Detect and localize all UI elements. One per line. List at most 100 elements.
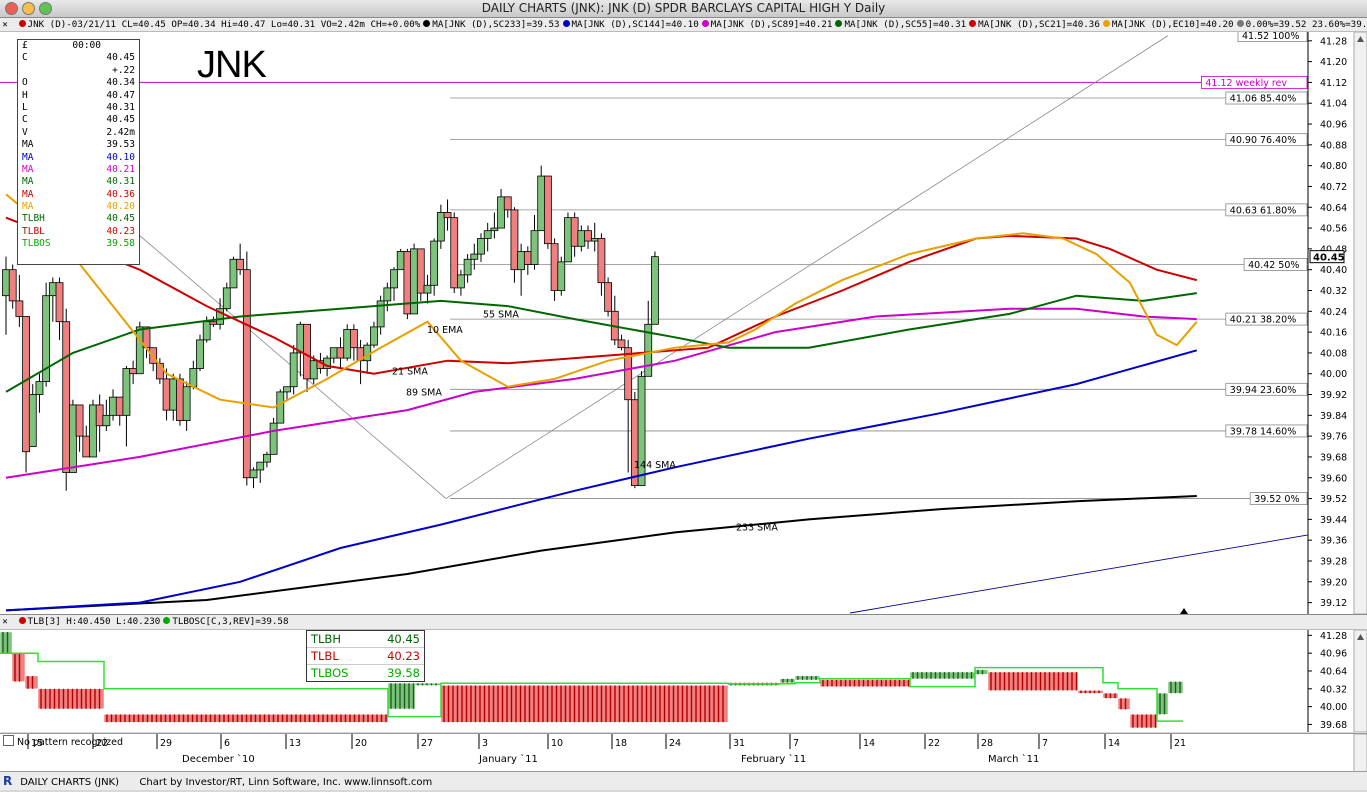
tlb-tick-label: 40.64 — [1320, 666, 1347, 677]
month-label: February `11 — [741, 753, 806, 765]
candle-body — [390, 269, 398, 289]
candle-body — [590, 238, 599, 242]
price-tick-label: 39.84 — [1320, 411, 1347, 422]
tlb-block — [1156, 693, 1169, 715]
data-window-row: MA 40.36 — [18, 189, 139, 201]
candle-body — [15, 300, 24, 317]
price-tick-label: 39.92 — [1320, 390, 1347, 401]
tlb-indicator-pane[interactable]: 41.28 40.96 40.64 40.32 40.00 39.68 — [0, 630, 1367, 732]
tlb-block — [24, 675, 39, 690]
tlb-scrollbar — [1353, 630, 1367, 732]
legend-item[interactable]: MA[JNK (D),SC144]=40.10 — [572, 19, 699, 30]
tlb-block — [987, 671, 1079, 691]
close-window-button[interactable] — [5, 2, 18, 15]
legend-item[interactable]: MA[JNK (D),SC55]=40.31 — [844, 19, 966, 30]
tlb-tick-label: 39.68 — [1320, 720, 1347, 731]
data-window-key: MA — [22, 176, 34, 188]
price-tick-label: 39.12 — [1320, 598, 1347, 609]
tlb-value: 39.58 — [387, 666, 420, 680]
tlb-tick-label: 40.96 — [1320, 649, 1347, 660]
candle-body — [283, 386, 291, 393]
time-tick-label: 10 — [551, 738, 563, 749]
candle-body — [483, 230, 492, 239]
level-label: 40.42 50% — [1248, 260, 1299, 271]
level-label: 41.52 100% — [1242, 32, 1299, 42]
price-tick-label: 40.72 — [1320, 182, 1347, 193]
candle-body — [370, 326, 378, 346]
legend-item[interactable]: TLB[3] H:40.450 L:40.230 — [28, 616, 161, 627]
price-tick-label: 40.80 — [1320, 161, 1347, 172]
tlb-key: TLBOS — [311, 666, 349, 680]
candle-body — [176, 378, 184, 421]
data-window-value: 40.31 — [106, 101, 135, 113]
candle-body — [202, 321, 211, 341]
tlb-chart[interactable]: 41.28 40.96 40.64 40.32 40.00 39.68 — [0, 630, 1367, 732]
legend-swatch — [423, 20, 431, 27]
data-window-value: 40.45 — [106, 213, 135, 225]
time-tick-label: 31 — [733, 738, 745, 749]
tlb-block — [1117, 698, 1131, 710]
legend-item[interactable]: MA[JNK (D),SC21]=40.36 — [978, 19, 1100, 30]
legend-item[interactable]: MA[JNK (D),EC10]=40.20 — [1112, 19, 1234, 30]
tlb-key: TLBH — [311, 632, 341, 646]
time-tick-label: 21 — [1174, 738, 1186, 749]
price-tick-label: 39.60 — [1320, 473, 1347, 484]
candle-body — [196, 339, 204, 369]
data-window-row: TLBL 40.23 — [18, 226, 139, 238]
data-window-key: MA — [22, 151, 34, 163]
candle-body — [436, 212, 445, 242]
candle-body — [222, 287, 231, 310]
pattern-status-text: No pattern recognized — [17, 737, 123, 748]
time-tick-label: 14 — [1108, 738, 1120, 749]
candle-body — [303, 323, 311, 380]
ma-label: 55 SMA — [483, 309, 519, 320]
time-axis[interactable]: 15 22 29 6 13 20 27 3 10 18 24 31 7 14 22 28 7 14 21 Decemb… — [0, 733, 1367, 772]
candle-body — [69, 404, 77, 473]
price-tick-label: 39.52 — [1320, 494, 1347, 505]
candle-body — [617, 339, 626, 349]
price-tick-label: 40.88 — [1320, 140, 1347, 151]
price-tick-label: 41.28 — [1320, 36, 1347, 47]
time-tick-label: 20 — [355, 738, 367, 749]
candle-body — [8, 269, 17, 302]
close-icon[interactable]: ✕ — [0, 615, 10, 629]
legend-item[interactable]: 0.00%=39.52 23.60%=39.94 38.20% — [1246, 19, 1367, 30]
price-tick-label: 40.16 — [1320, 328, 1347, 339]
time-tick-label: 24 — [669, 738, 681, 749]
candle-body — [35, 381, 44, 395]
candle-body — [28, 394, 37, 447]
data-window-value: 40.45 — [106, 52, 135, 64]
candle-body — [102, 414, 111, 427]
tlb-block — [37, 688, 105, 710]
tlb-block — [819, 679, 911, 687]
minimize-window-button[interactable] — [22, 2, 35, 15]
level-label: 39.94 23.60% — [1230, 385, 1296, 396]
candle-body — [490, 227, 499, 232]
data-window-value: 40.23 — [106, 225, 135, 237]
candle-body — [289, 352, 298, 388]
pattern-checkbox[interactable] — [3, 735, 14, 746]
zoom-window-button[interactable] — [39, 2, 52, 15]
candle-body — [510, 209, 519, 271]
legend-swatch — [18, 20, 26, 27]
legend-item[interactable]: JNK (D)-03/21/11 CL=40.45 OP=40.34 Hi=40… — [28, 19, 421, 30]
candle-body — [22, 316, 30, 453]
time-tick-label: 28 — [981, 738, 993, 749]
candle-body — [463, 258, 472, 276]
month-label: December `10 — [182, 753, 255, 765]
price-tick-label: 40.08 — [1320, 348, 1347, 359]
candle-body — [269, 422, 278, 455]
price-chart[interactable]: 41.28 41.20 41.12 41.04 40.96 40.88 40.80 40.72… — [0, 32, 1367, 614]
candle-body — [62, 321, 71, 473]
close-icon[interactable]: ✕ — [0, 18, 10, 31]
price-chart-pane[interactable]: 41.28 41.20 41.12 41.04 40.96 40.88 40.80 40.72… — [0, 32, 1367, 614]
legend-item[interactable]: MA[JNK (D),SC233]=39.53 — [432, 19, 559, 30]
candle-body — [296, 323, 305, 354]
price-tick-label: 40.56 — [1320, 224, 1347, 235]
price-tick-label: 40.96 — [1320, 120, 1347, 131]
legend-item[interactable]: MA[JNK (D),SC89]=40.21 — [711, 19, 833, 30]
data-window-row: MA 39.53 — [18, 139, 139, 151]
legend-item[interactable]: TLBOSC[C,3,REV]=39.58 — [172, 616, 288, 627]
candle-body — [229, 258, 238, 289]
data-window: £ 00:00 C 40.45 +.22 O 40.34 H 40.47 L 40.31 C 40.… — [17, 39, 140, 265]
